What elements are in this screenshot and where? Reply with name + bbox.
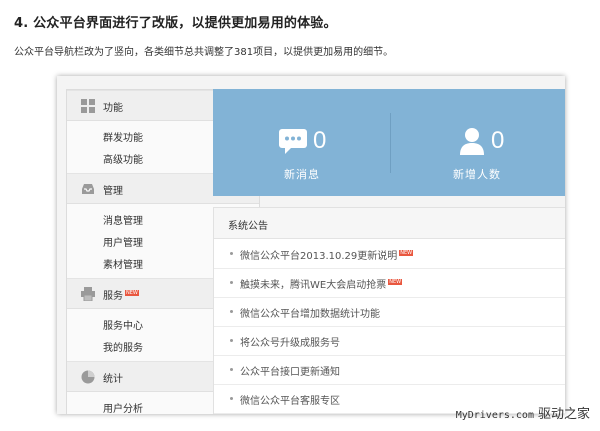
notice-item[interactable]: 触摸未来，腾讯WE大会启动抢票 NEW xyxy=(214,268,565,298)
grid-icon xyxy=(81,98,95,117)
bullet-icon xyxy=(230,397,233,400)
sidebar-item-users[interactable]: 用户管理 xyxy=(103,234,143,249)
notice-title: 系统公告 xyxy=(228,221,268,232)
notice-header: 系统公告 xyxy=(214,208,565,239)
sidebar-item-advanced[interactable]: 高级功能 xyxy=(103,151,143,166)
system-notice-panel: 系统公告 微信公众平台2013.10.29更新说明 NEW 触摸未来，腾讯WE大会… xyxy=(213,207,565,414)
notice-item[interactable]: 将公众号升级成服务号 xyxy=(214,326,565,356)
notice-item-text[interactable]: 微信公众平台2013.10.29更新说明 xyxy=(240,251,397,262)
watermark: MyDrivers.com 驱动之家 xyxy=(456,403,590,422)
new-badge: NEW xyxy=(125,290,139,296)
sidebar-item-my-services[interactable]: 我的服务 xyxy=(103,339,143,354)
sidebar-section-label: 服务 NEW xyxy=(103,290,139,302)
screenshot-panel: 功能 群发功能 高级功能 管理 消息管理 用户管理 素材管理 服务 NEW 服务… xyxy=(57,76,565,414)
sidebar-section-label: 管理 xyxy=(103,186,123,197)
bullet-icon xyxy=(230,252,233,255)
chat-bubble-icon xyxy=(279,129,307,159)
notice-item[interactable]: 微信公众平台增加数据统计功能 xyxy=(214,297,565,327)
new-badge: NEW xyxy=(388,279,403,285)
bullet-icon xyxy=(230,339,233,342)
watermark-site: MyDrivers.com xyxy=(455,410,534,421)
inbox-icon xyxy=(81,181,95,200)
watermark-name: 驱动之家 xyxy=(537,407,590,422)
new-badge: NEW xyxy=(399,250,414,256)
notice-item-text[interactable]: 微信公众平台客服专区 xyxy=(240,392,340,407)
new-users-count[interactable]: 0 xyxy=(491,127,504,155)
notice-item-text[interactable]: 触摸未来，腾讯WE大会启动抢票 xyxy=(240,280,386,291)
user-icon xyxy=(459,127,485,159)
notice-item-text[interactable]: 微信公众平台增加数据统计功能 xyxy=(240,305,380,320)
bullet-icon xyxy=(230,310,233,313)
article-title: 4. 公众平台界面进行了改版，以提供更加易用的体验。 xyxy=(14,16,337,31)
sidebar-item-mass-send[interactable]: 群发功能 xyxy=(103,129,143,144)
article-description: 公众平台导航栏改为了竖向，各类细节总共调整了381项目，以提供更加易用的细节。 xyxy=(14,47,394,58)
notice-item[interactable]: 微信公众平台2013.10.29更新说明 NEW xyxy=(214,239,565,269)
sidebar-item-messages[interactable]: 消息管理 xyxy=(103,212,143,227)
sidebar-item-user-analysis[interactable]: 用户分析 xyxy=(103,400,143,414)
printer-icon xyxy=(81,286,95,305)
new-messages-label: 新消息 xyxy=(284,168,320,181)
notice-item-text[interactable]: 公众平台接口更新通知 xyxy=(240,363,340,378)
notice-item-text[interactable]: 将公众号升级成服务号 xyxy=(240,334,340,349)
notice-item[interactable]: 公众平台接口更新通知 xyxy=(214,355,565,385)
new-messages-count[interactable]: 0 xyxy=(313,127,326,155)
stats-panel: 0 新消息 0 新增人数 xyxy=(213,89,565,196)
stats-divider xyxy=(390,113,391,173)
bullet-icon xyxy=(230,281,233,284)
sidebar-item-service-center[interactable]: 服务中心 xyxy=(103,317,143,332)
sidebar-item-materials[interactable]: 素材管理 xyxy=(103,256,143,271)
new-users-label: 新增人数 xyxy=(453,168,501,181)
sidebar-section-label: 统计 xyxy=(103,374,123,385)
pie-chart-icon xyxy=(81,369,95,388)
sidebar-section-label: 功能 xyxy=(103,103,123,114)
bullet-icon xyxy=(230,368,233,371)
